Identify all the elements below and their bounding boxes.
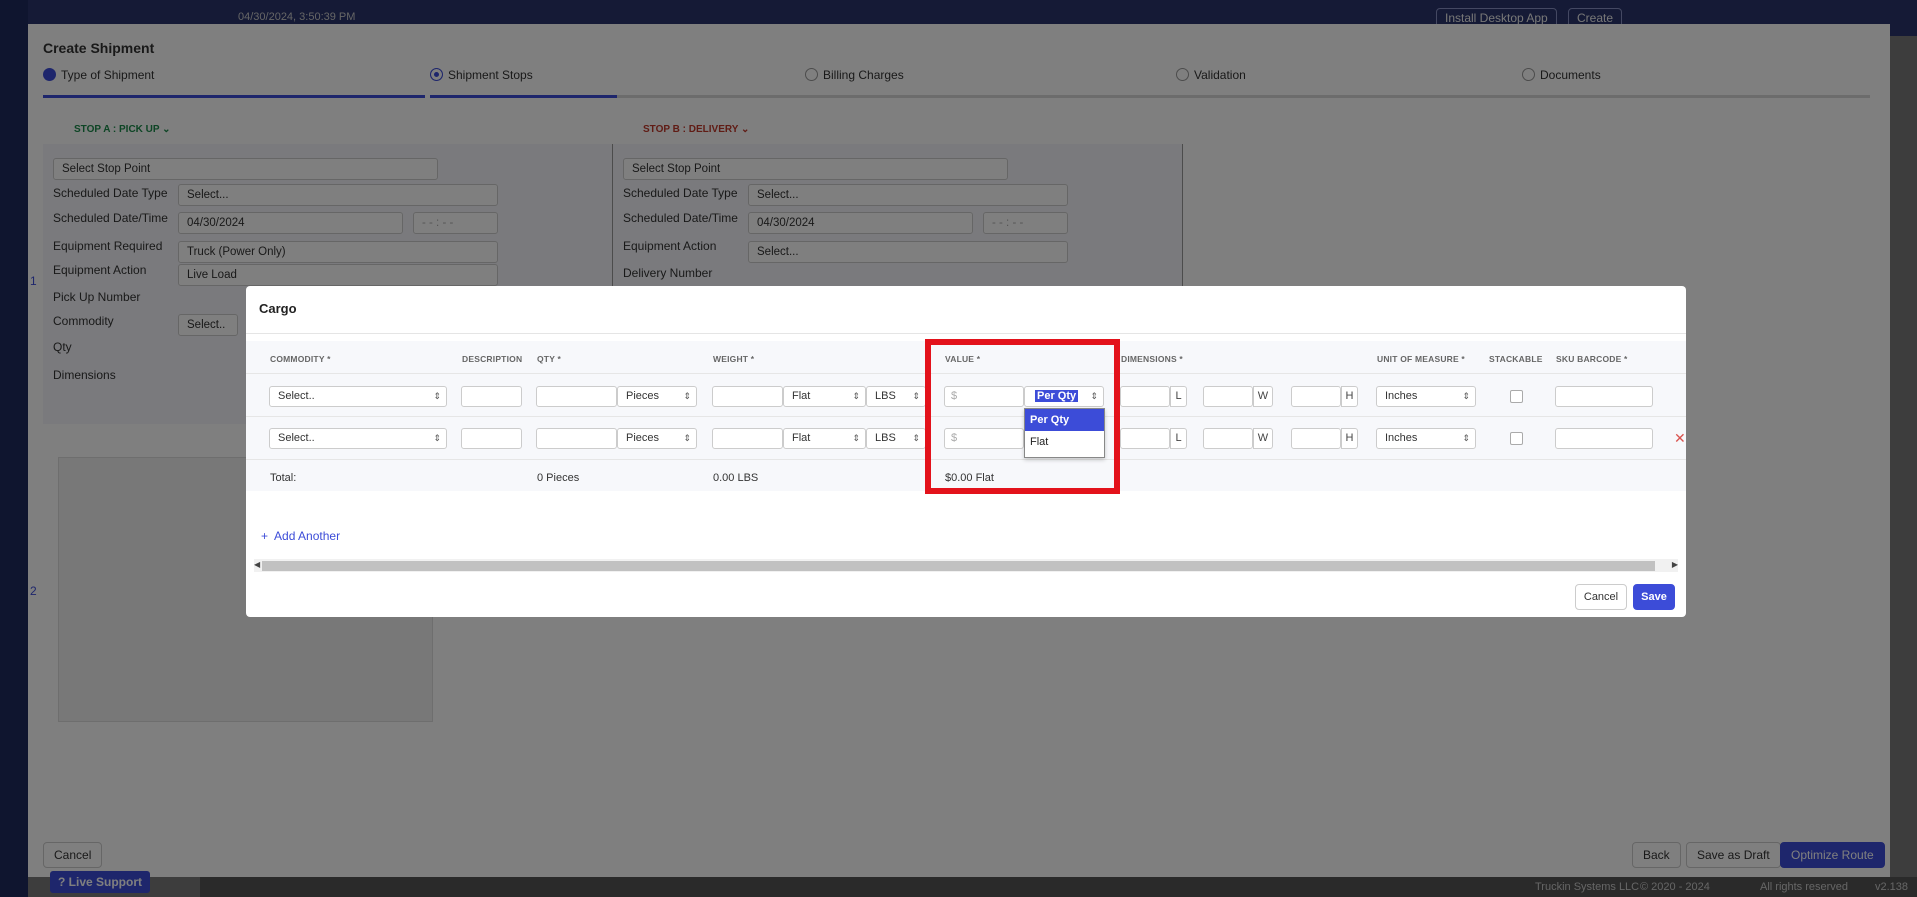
header-weight: WEIGHT * bbox=[713, 354, 755, 364]
sort-icon: ⇕ bbox=[1090, 391, 1098, 401]
description-input[interactable] bbox=[461, 428, 522, 449]
sort-icon: ⇕ bbox=[433, 433, 441, 443]
value-type-dropdown: Per Qty Flat bbox=[1024, 408, 1105, 458]
dim-height-tag: H bbox=[1341, 386, 1358, 407]
dim-width-input[interactable] bbox=[1203, 428, 1253, 449]
dim-height-tag: H bbox=[1341, 428, 1358, 449]
add-another-link[interactable]: + Add Another bbox=[261, 529, 340, 543]
value-input[interactable]: $ bbox=[944, 428, 1024, 449]
header-sku-barcode: SKU BARCODE * bbox=[1556, 354, 1628, 364]
modal-save-button[interactable]: Save bbox=[1633, 584, 1675, 610]
remove-row-icon[interactable]: ✕ bbox=[1674, 430, 1686, 447]
sort-icon: ⇕ bbox=[433, 391, 441, 401]
modal-cancel-button[interactable]: Cancel bbox=[1575, 584, 1627, 610]
qty-unit-select[interactable]: Pieces ⇕ bbox=[617, 386, 697, 407]
header-unit-of-measure: UNIT OF MEASURE * bbox=[1377, 354, 1465, 364]
stackable-checkbox[interactable] bbox=[1510, 432, 1523, 445]
sort-icon: ⇕ bbox=[1462, 433, 1470, 443]
divider bbox=[246, 373, 1686, 374]
weight-input[interactable] bbox=[712, 428, 783, 449]
weight-type-select[interactable]: Flat ⇕ bbox=[783, 428, 866, 449]
qty-input[interactable] bbox=[536, 428, 617, 449]
dim-length-tag: L bbox=[1170, 428, 1187, 449]
value-input[interactable]: $ bbox=[944, 386, 1024, 407]
sort-icon: ⇕ bbox=[852, 433, 860, 443]
total-label: Total: bbox=[270, 472, 297, 484]
header-description: DESCRIPTION bbox=[462, 354, 523, 364]
sort-icon: ⇕ bbox=[912, 391, 920, 401]
header-value: VALUE * bbox=[945, 354, 981, 364]
cargo-modal: Cargo COMMODITY * DESCRIPTION QTY * WEIG… bbox=[246, 286, 1686, 617]
header-stackable: STACKABLE bbox=[1489, 354, 1543, 364]
dim-width-tag: W bbox=[1253, 428, 1273, 449]
total-weight: 0.00 LBS bbox=[713, 472, 759, 484]
divider bbox=[246, 416, 1686, 417]
dim-width-input[interactable] bbox=[1203, 386, 1253, 407]
header-dimensions: DIMENSIONS * bbox=[1121, 354, 1183, 364]
sku-barcode-input[interactable] bbox=[1555, 428, 1653, 449]
dim-length-input[interactable] bbox=[1120, 428, 1170, 449]
value-type-select[interactable]: Per Qty ⇕ bbox=[1024, 386, 1104, 407]
header-qty: QTY * bbox=[537, 354, 561, 364]
header-commodity: COMMODITY * bbox=[270, 354, 331, 364]
total-value: $0.00 Flat bbox=[945, 472, 994, 484]
unit-of-measure-select[interactable]: Inches ⇕ bbox=[1376, 428, 1476, 449]
weight-input[interactable] bbox=[712, 386, 783, 407]
option-flat[interactable]: Flat bbox=[1025, 431, 1104, 453]
dim-height-input[interactable] bbox=[1291, 386, 1341, 407]
divider bbox=[246, 459, 1686, 460]
weight-unit-select[interactable]: LBS ⇕ bbox=[866, 428, 926, 449]
scrollbar-thumb[interactable] bbox=[262, 561, 1655, 571]
dim-length-input[interactable] bbox=[1120, 386, 1170, 407]
cargo-table: COMMODITY * DESCRIPTION QTY * WEIGHT * V… bbox=[246, 341, 1686, 491]
option-per-qty[interactable]: Per Qty bbox=[1025, 409, 1104, 431]
divider bbox=[246, 333, 1686, 334]
qty-input[interactable] bbox=[536, 386, 617, 407]
modal-title: Cargo bbox=[259, 301, 297, 316]
weight-unit-select[interactable]: LBS ⇕ bbox=[866, 386, 926, 407]
stackable-checkbox[interactable] bbox=[1510, 390, 1523, 403]
scroll-right-icon[interactable]: ▶ bbox=[1672, 560, 1678, 569]
plus-icon: + bbox=[261, 529, 269, 543]
dim-height-input[interactable] bbox=[1291, 428, 1341, 449]
qty-unit-select[interactable]: Pieces ⇕ bbox=[617, 428, 697, 449]
dim-width-tag: W bbox=[1253, 386, 1273, 407]
sort-icon: ⇕ bbox=[683, 433, 691, 443]
description-input[interactable] bbox=[461, 386, 522, 407]
commodity-select[interactable]: Select.. ⇕ bbox=[269, 428, 447, 449]
horizontal-scrollbar[interactable]: ◀ ▶ bbox=[254, 559, 1678, 572]
commodity-select[interactable]: Select.. ⇕ bbox=[269, 386, 447, 407]
unit-of-measure-select[interactable]: Inches ⇕ bbox=[1376, 386, 1476, 407]
sku-barcode-input[interactable] bbox=[1555, 386, 1653, 407]
total-qty: 0 Pieces bbox=[537, 472, 580, 484]
weight-type-select[interactable]: Flat ⇕ bbox=[783, 386, 866, 407]
sort-icon: ⇕ bbox=[1462, 391, 1470, 401]
scroll-left-icon[interactable]: ◀ bbox=[254, 560, 260, 569]
dim-length-tag: L bbox=[1170, 386, 1187, 407]
sort-icon: ⇕ bbox=[852, 391, 860, 401]
sort-icon: ⇕ bbox=[683, 391, 691, 401]
sort-icon: ⇕ bbox=[912, 433, 920, 443]
